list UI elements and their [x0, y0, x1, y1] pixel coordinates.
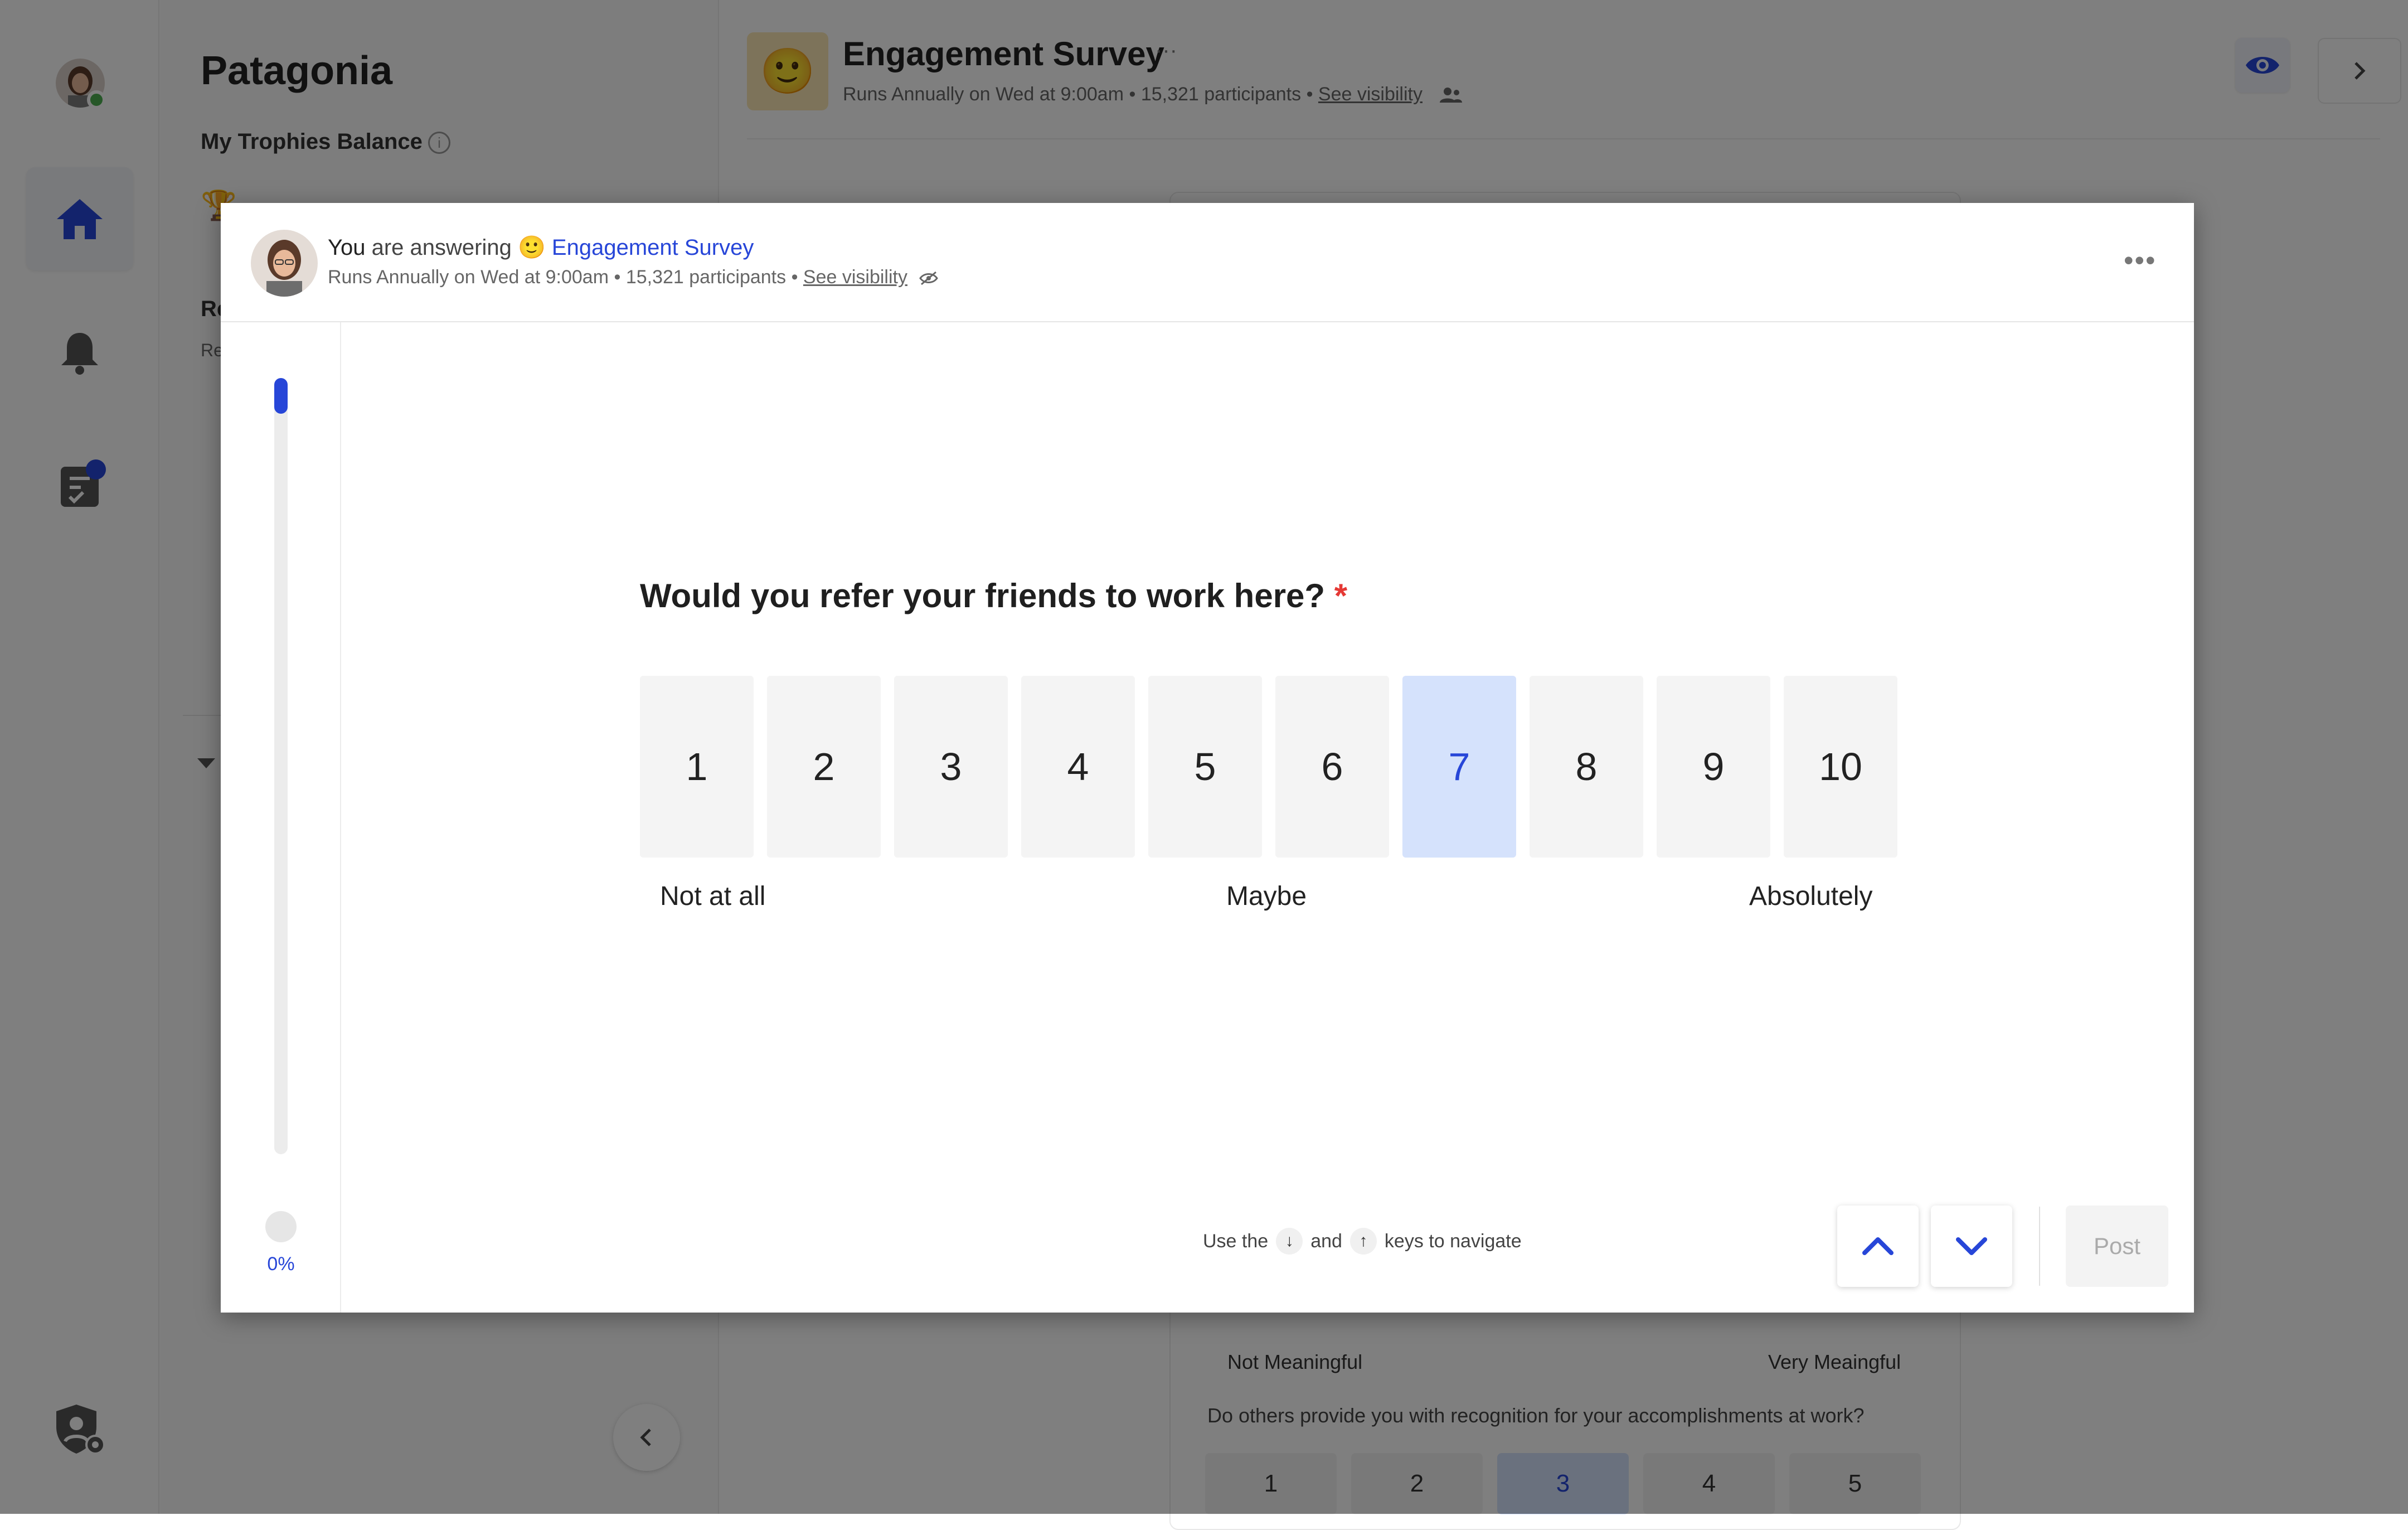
rating-option-2[interactable]: 2	[767, 676, 881, 858]
progress-sidebar: 0%	[221, 322, 341, 1313]
modal-more-button[interactable]: •••	[2124, 244, 2157, 277]
see-visibility-link[interactable]: See visibility	[803, 267, 907, 288]
keyboard-hint: Use the ↓ and ↑ keys to navigate	[1203, 1228, 1522, 1255]
rating-option-9[interactable]: 9	[1657, 676, 1770, 858]
previous-question-button[interactable]	[1837, 1205, 1919, 1287]
rating-scale: 1 2 3 4 5 6 7 8 9 10	[640, 676, 1897, 858]
rating-option-4[interactable]: 4	[1021, 676, 1135, 858]
rating-option-7-selected[interactable]: 7	[1402, 676, 1516, 858]
chevron-up-icon	[1862, 1237, 1894, 1255]
next-question-button[interactable]	[1931, 1205, 2012, 1287]
rating-option-10[interactable]: 10	[1784, 676, 1897, 858]
eye-off-icon	[919, 271, 939, 285]
scale-label-mid: Maybe	[1226, 882, 1307, 911]
answering-line: You are answering 🙂 Engagement Survey	[328, 234, 754, 260]
rating-option-8[interactable]: 8	[1530, 676, 1643, 858]
hint-use: Use the	[1203, 1230, 1269, 1252]
survey-schedule: Runs Annually on Wed at 9:00am • 15,321 …	[328, 267, 803, 288]
hint-tail: keys to navigate	[1384, 1230, 1522, 1252]
rating-option-1[interactable]: 1	[640, 676, 754, 858]
scale-label-low: Not at all	[660, 882, 766, 911]
up-arrow-key-icon: ↑	[1349, 1228, 1377, 1255]
rating-option-3[interactable]: 3	[894, 676, 1008, 858]
rating-option-6[interactable]: 6	[1275, 676, 1389, 858]
survey-link[interactable]: Engagement Survey	[552, 235, 754, 260]
footer-separator	[2039, 1207, 2040, 1286]
smile-emoji-icon: 🙂	[517, 235, 546, 260]
post-button[interactable]: Post	[2066, 1205, 2168, 1287]
respondent-avatar	[251, 230, 318, 297]
progress-track	[274, 378, 288, 1154]
progress-handle[interactable]	[274, 378, 288, 414]
rating-option-5[interactable]: 5	[1148, 676, 1262, 858]
scale-label-high: Absolutely	[1749, 882, 1873, 911]
avatar-image-icon	[251, 230, 318, 297]
required-marker: *	[1334, 577, 1348, 614]
progress-end-dot	[265, 1211, 297, 1242]
modal-survey-meta: Runs Annually on Wed at 9:00am • 15,321 …	[328, 267, 939, 288]
hint-and: and	[1310, 1230, 1342, 1252]
question-text: Would you refer your friends to work her…	[640, 577, 1347, 615]
chevron-down-icon	[1956, 1237, 1987, 1255]
survey-answer-modal: You are answering 🙂 Engagement Survey Ru…	[221, 203, 2194, 1313]
you-label: You	[328, 235, 366, 260]
down-arrow-key-icon: ↓	[1276, 1228, 1303, 1255]
answering-text: are answering	[365, 235, 518, 260]
modal-header: You are answering 🙂 Engagement Survey Ru…	[221, 203, 2194, 322]
question-label: Would you refer your friends to work her…	[640, 577, 1326, 614]
progress-percent: 0%	[267, 1253, 295, 1275]
